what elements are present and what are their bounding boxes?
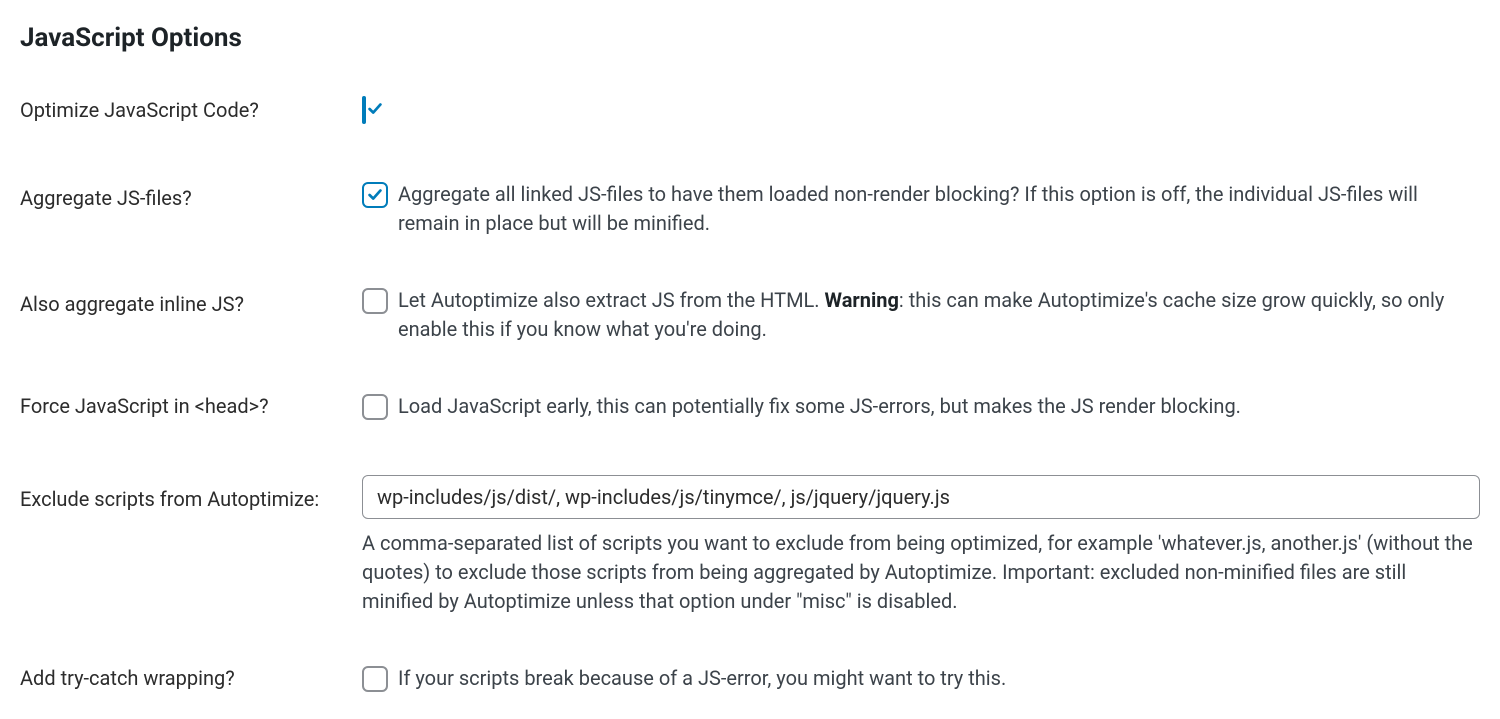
input-exclude-scripts[interactable] [362, 475, 1480, 519]
checkbox-optimize-js[interactable] [362, 96, 366, 124]
desc-trycatch: If your scripts break because of a JS-er… [398, 664, 1006, 693]
checkbox-force-head[interactable] [362, 394, 388, 420]
row-aggregate-js: Aggregate JS-files? Aggregate all linked… [20, 180, 1480, 238]
label-exclude: Exclude scripts from Autoptimize: [20, 475, 362, 616]
row-trycatch: Add try-catch wrapping? If your scripts … [20, 664, 1480, 699]
section-title: JavaScript Options [20, 20, 1480, 56]
label-trycatch: Add try-catch wrapping? [20, 664, 362, 699]
desc-aggregate-js: Aggregate all linked JS-files to have th… [398, 180, 1480, 238]
checkbox-aggregate-inline[interactable] [362, 288, 388, 314]
row-force-head: Force JavaScript in <head>? Load JavaScr… [20, 392, 1480, 427]
row-aggregate-inline: Also aggregate inline JS? Let Autoptimiz… [20, 286, 1480, 344]
label-aggregate-inline: Also aggregate inline JS? [20, 286, 362, 344]
options-table: Optimize JavaScript Code? Aggregate JS-f… [20, 96, 1480, 699]
row-exclude: Exclude scripts from Autoptimize: A comm… [20, 475, 1480, 616]
desc-aggregate-inline: Let Autoptimize also extract JS from the… [398, 286, 1480, 344]
label-force-head: Force JavaScript in <head>? [20, 392, 362, 427]
label-aggregate-js: Aggregate JS-files? [20, 180, 362, 238]
checkbox-trycatch[interactable] [362, 666, 388, 692]
help-exclude: A comma-separated list of scripts you wa… [362, 529, 1480, 616]
desc-force-head: Load JavaScript early, this can potentia… [398, 392, 1241, 421]
checkbox-aggregate-js[interactable] [362, 182, 388, 208]
row-optimize-js: Optimize JavaScript Code? [20, 96, 1480, 124]
label-optimize-js: Optimize JavaScript Code? [20, 96, 362, 124]
